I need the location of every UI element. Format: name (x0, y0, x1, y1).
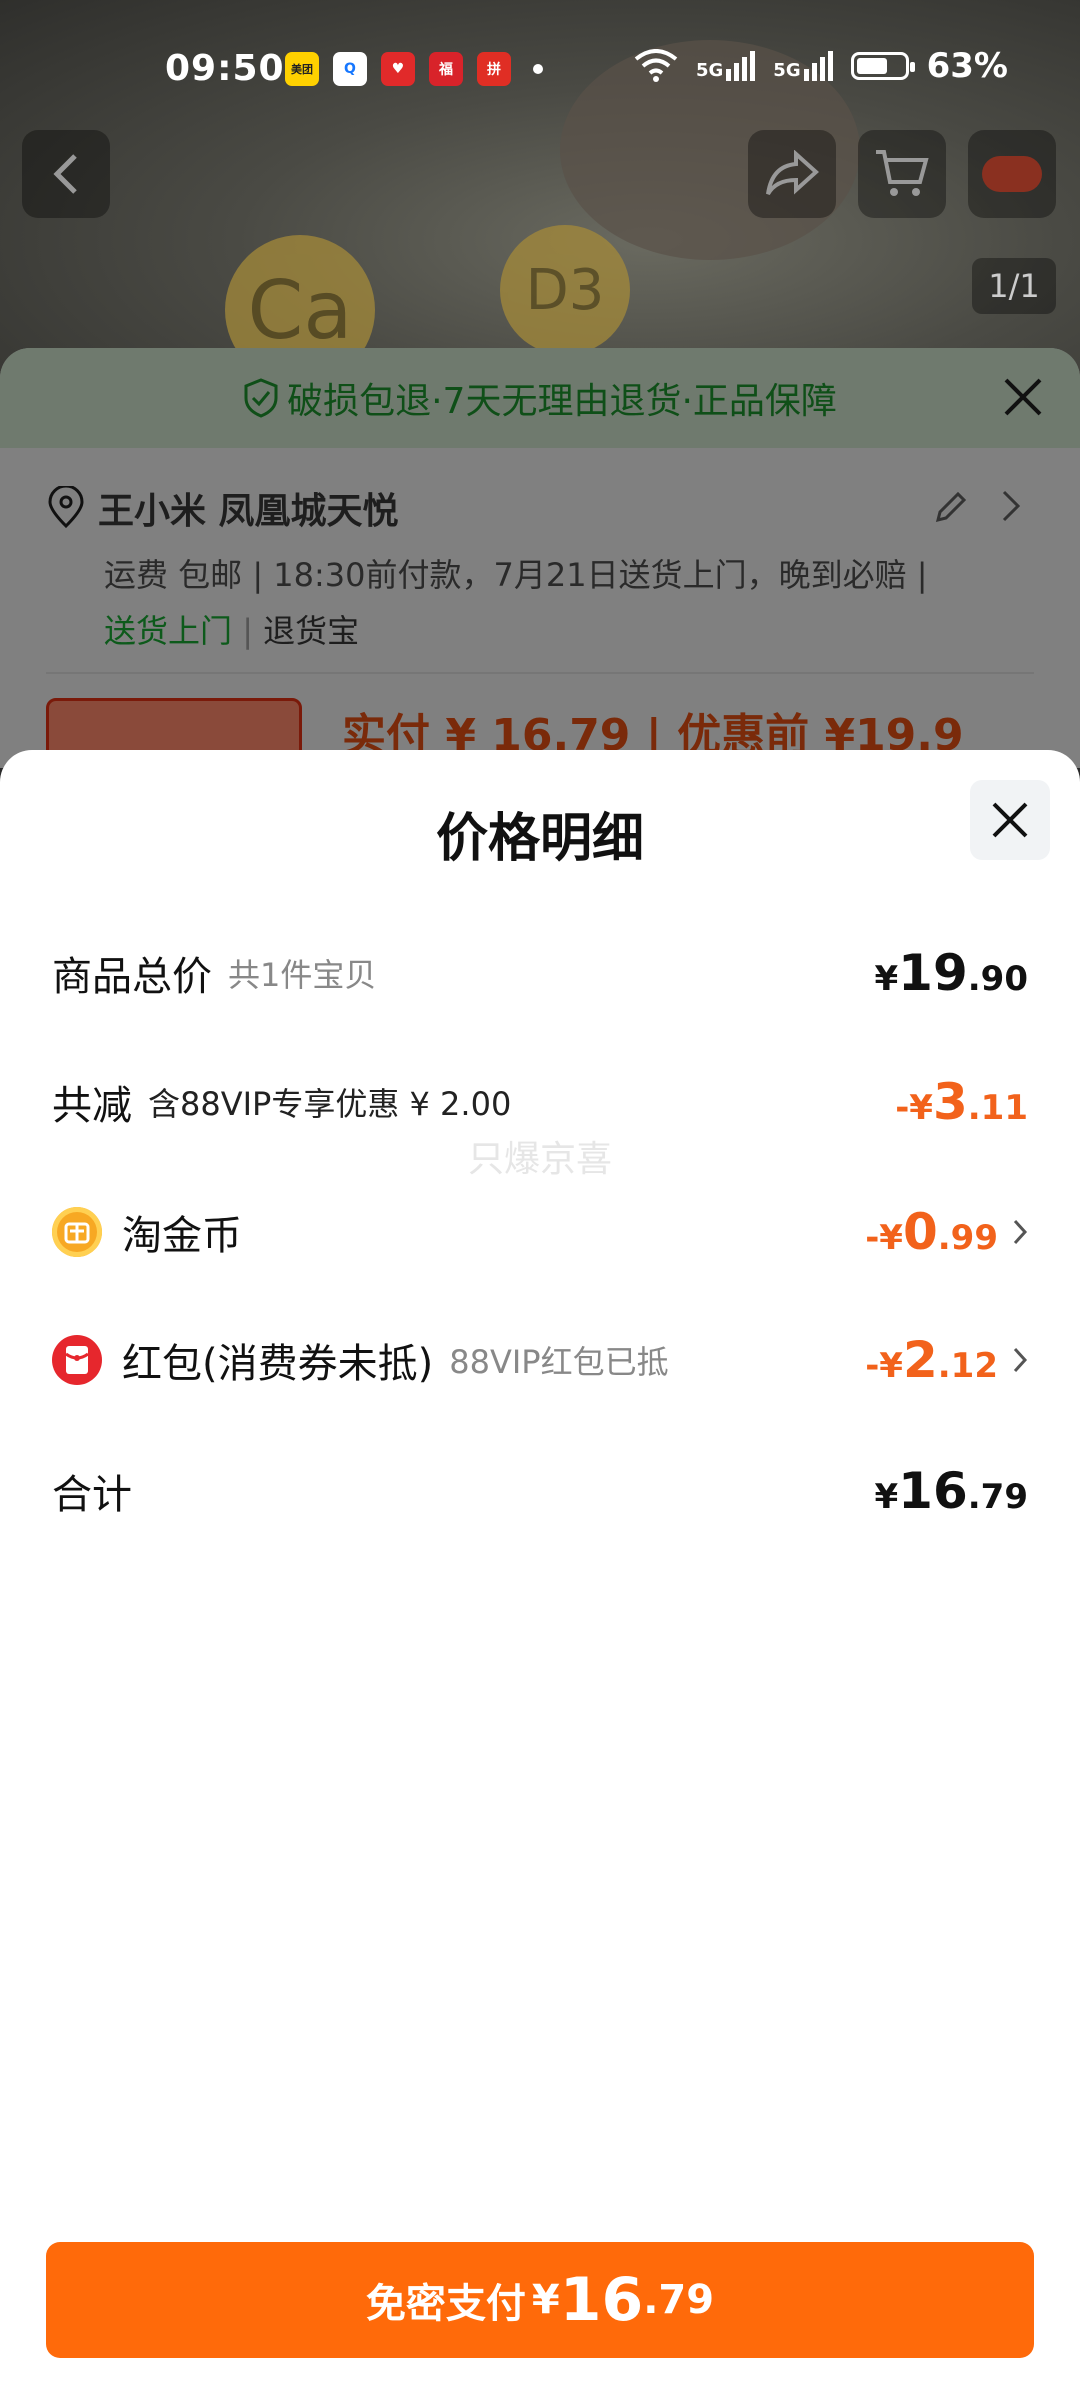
divider (46, 672, 1034, 674)
order-confirm-sheet: 破损包退·7天无理由退货·正品保障 王小米 凤凰城天悦 运费 包邮 | 18:3… (0, 348, 1080, 768)
heart-app-icon: ♥ (381, 52, 415, 86)
amount-decimal: .12 (937, 1346, 998, 1386)
calcium-badge-text: Ca (247, 263, 353, 357)
network-type-1: 5G (695, 60, 724, 81)
vip-discount-note: 含88VIP专享优惠 ¥ 2.00 (148, 1085, 512, 1123)
amount-integer: 0 (902, 1203, 938, 1261)
red-packet-label: 红包(消费券未抵) (122, 1341, 434, 1387)
guarantee-banner: 破损包退·7天无理由退货·正品保障 (0, 348, 1080, 448)
cart-button[interactable] (858, 130, 946, 218)
password-free-pay-button[interactable]: 免密支付 ¥ 16 .79 (46, 2242, 1034, 2358)
share-icon (766, 150, 819, 196)
signal-1-icon: 5G (695, 51, 756, 81)
more-menu-button[interactable] (968, 130, 1056, 218)
pay-currency-symbol: ¥ (531, 2277, 560, 2323)
d3-badge-text: D3 (525, 257, 605, 323)
goods-total-label: 商品总价 (52, 954, 212, 1000)
price-detail-sheet: 价格明细 只爆京喜 商品总价 共1件宝贝 ¥19.90 共减 含88VIP专享优… (0, 750, 1080, 2400)
chevron-right-icon (1012, 1346, 1028, 1374)
shipping-info: 运费 包邮 | 18:30前付款，7月21日送货上门，晚到必赔 | (104, 556, 928, 594)
d3-badge: D3 (500, 225, 630, 355)
chevron-left-icon (53, 154, 77, 194)
pinduoduo-app-icon: 拼 (477, 52, 511, 86)
taojinbi-amount: -¥ 0.99 (865, 1203, 998, 1261)
close-button[interactable] (970, 780, 1050, 860)
amount-integer: 2 (902, 1331, 938, 1389)
pay-amount-integer: 16 (559, 2265, 644, 2335)
vip-red-packet-note: 88VIP红包已抵 (449, 1343, 669, 1381)
price-row-total-discount: 共减 含88VIP专享优惠 ¥ 2.00 -¥ 3.11 (52, 1062, 1028, 1142)
close-icon (992, 802, 1028, 838)
chevron-right-icon[interactable] (1000, 488, 1022, 524)
return-label: 退货宝 (263, 612, 360, 650)
total-label: 合计 (52, 1472, 132, 1518)
shield-check-icon (244, 378, 278, 418)
amount-decimal: .79 (967, 1477, 1028, 1517)
currency-symbol: -¥ (865, 1346, 903, 1386)
status-indicators: 5G 5G 63% (634, 46, 1008, 86)
image-page-counter: 1/1 (972, 258, 1056, 314)
more-notifications-dot (533, 64, 543, 74)
goods-total-amount: ¥19.90 (875, 944, 1029, 1002)
battery-icon (850, 52, 915, 80)
signal-2-icon: 5G (773, 51, 833, 81)
status-time: 09:50 (165, 48, 285, 89)
location-pin-icon (48, 486, 84, 529)
currency-symbol: -¥ (865, 1218, 903, 1258)
taojinbi-label: 淘金币 (122, 1213, 242, 1259)
delivery-label: 送货上门 (104, 612, 233, 650)
battery-percent: 63% (926, 46, 1008, 86)
address-actions (932, 488, 1022, 526)
guarantee-text: 破损包退·7天无理由退货·正品保障 (287, 381, 837, 422)
currency-symbol: ¥ (874, 959, 899, 999)
sheet-title: 价格明细 (435, 809, 644, 869)
address-name: 王小米 凤凰城天悦 (98, 491, 399, 532)
total-discount-label: 共减 (52, 1083, 132, 1129)
chevron-right-icon (1012, 1218, 1028, 1246)
network-type-2: 5G (773, 60, 801, 81)
address-section[interactable]: 王小米 凤凰城天悦 运费 包邮 | 18:30前付款，7月21日送货上门，晚到必… (0, 448, 1080, 652)
search-app-icon: Q (333, 52, 367, 86)
amount-integer: 19 (898, 944, 968, 1002)
pay-amount-decimal: .79 (643, 2277, 715, 2323)
amount-decimal: .90 (967, 959, 1028, 999)
more-dots-icon (982, 156, 1042, 192)
back-button[interactable] (22, 130, 110, 218)
cart-icon (876, 150, 929, 196)
close-icon[interactable] (1000, 374, 1046, 420)
price-row-goods-total: 商品总价 共1件宝贝 ¥19.90 (52, 933, 1028, 1013)
total-amount: ¥16.79 (875, 1462, 1029, 1520)
delivery-options: 送货上门 | 退货宝 (104, 612, 360, 650)
share-button[interactable] (748, 130, 836, 218)
red-packet-amount: -¥ 2.12 (865, 1331, 998, 1389)
amount-decimal: .11 (967, 1088, 1028, 1128)
pay-button-label: 免密支付 (365, 2281, 526, 2327)
fu-app-icon: 福 (429, 52, 463, 86)
amount-decimal: .99 (937, 1218, 998, 1258)
red-packet-icon (52, 1335, 102, 1385)
meituan-app-icon: 美团 (285, 52, 319, 86)
currency-symbol: -¥ (895, 1088, 933, 1128)
taojinbi-coin-icon (52, 1207, 102, 1257)
goods-count: 共1件宝贝 (228, 956, 377, 994)
notification-icons: 美团 Q ♥ 福 拼 (285, 52, 543, 86)
edit-icon[interactable] (932, 488, 970, 526)
total-discount-amount: -¥ 3.11 (895, 1073, 1028, 1131)
wifi-icon (634, 49, 678, 82)
currency-symbol: ¥ (874, 1477, 899, 1517)
status-bar: 09:50 美团 Q ♥ 福 拼 5G 5G 63% (0, 0, 1080, 120)
amount-integer: 16 (898, 1462, 968, 1520)
price-row-red-packet[interactable]: 红包(消费券未抵) 88VIP红包已抵 -¥ 2.12 (52, 1320, 1028, 1400)
price-row-total: 合计 ¥16.79 (52, 1451, 1028, 1531)
price-row-taojinbi[interactable]: 淘金币 -¥ 0.99 (52, 1192, 1028, 1272)
amount-integer: 3 (932, 1073, 968, 1131)
